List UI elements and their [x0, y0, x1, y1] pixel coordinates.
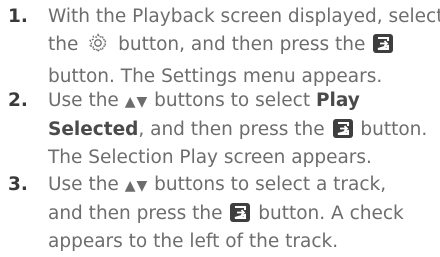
text-run: buttons to select	[148, 90, 316, 111]
text-line: With the Playback screen displayed, sele…	[48, 3, 440, 31]
text-line: Selected, and then press the button.	[48, 116, 440, 144]
text-run: button.	[354, 119, 428, 140]
instruction-steps: 1. With the Playback screen displayed, s…	[0, 0, 440, 257]
text-line: Use the ▲▼ buttons to select a track,	[48, 171, 440, 200]
text-line: Use the ▲▼ buttons to select Play	[48, 87, 440, 116]
gear-icon	[87, 32, 109, 63]
text-run: the	[48, 34, 85, 55]
text-run: The Selection Play screen appears.	[48, 147, 372, 168]
text-run: appears to the left of the track.	[48, 231, 339, 252]
text-line: and then press the button. A check	[48, 200, 440, 228]
text-run: and then press the	[48, 203, 229, 224]
text-run: button, and then press the	[112, 34, 372, 55]
menu-item-name: Selected	[48, 119, 139, 140]
enter-icon	[230, 203, 251, 222]
text-run: buttons to select a track,	[148, 174, 387, 195]
up-down-arrows-icon: ▲▼	[124, 94, 149, 110]
enter-icon	[373, 34, 394, 53]
step-number: 3.	[8, 174, 28, 195]
step-text: With the Playback screen displayed, sele…	[48, 3, 440, 91]
text-run: Use the	[48, 90, 125, 111]
step-number: 1.	[8, 6, 28, 27]
text-run: With the Playback screen displayed, sele…	[48, 6, 440, 27]
menu-item-name: Play	[315, 90, 360, 111]
text-run: button. A check	[252, 203, 404, 224]
step-text: Use the ▲▼ buttons to select Play Select…	[48, 87, 440, 172]
text-line: appears to the left of the track.	[48, 228, 440, 256]
text-run: button. The Settings menu appears.	[48, 66, 383, 87]
up-down-arrows-icon: ▲▼	[124, 178, 149, 194]
text-line: The Selection Play screen appears.	[48, 144, 440, 172]
step-number: 2.	[8, 90, 28, 111]
text-run: Use the	[48, 174, 125, 195]
text-line: the button, and then press the	[48, 31, 440, 63]
step-text: Use the ▲▼ buttons to select a track, an…	[48, 171, 440, 256]
enter-icon	[332, 119, 353, 138]
text-run: , and then press the	[138, 119, 331, 140]
